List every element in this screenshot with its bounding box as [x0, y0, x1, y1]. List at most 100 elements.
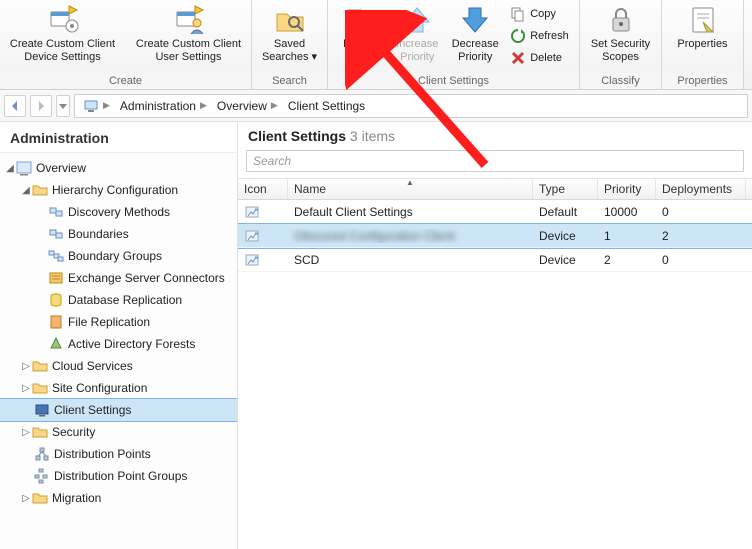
chevron-down-icon [59, 102, 67, 110]
increase-priority-button[interactable]: Increase Priority [388, 0, 446, 64]
delete-button[interactable]: Delete [508, 48, 571, 68]
arrow-left-icon [9, 100, 21, 112]
client-settings-icon [34, 402, 50, 418]
create-custom-device-label: Create Custom Client Device Settings [0, 38, 126, 64]
folder-icon [32, 358, 48, 374]
tree-exchange[interactable]: Exchange Server Connectors [0, 267, 237, 289]
ribbon-group-search-label: Search [252, 73, 327, 89]
col-name[interactable]: ▲Name [288, 179, 533, 199]
collapse-icon[interactable]: ◢ [4, 163, 16, 174]
ribbon-group-properties: Properties Properties [662, 0, 744, 89]
breadcrumb-client-settings[interactable]: Client Settings [284, 95, 369, 117]
deploy-icon [344, 4, 376, 36]
row-type: Device [533, 253, 598, 267]
folder-icon [32, 490, 48, 506]
nav-forward-button[interactable] [30, 95, 52, 117]
increase-priority-label: Increase Priority [388, 38, 446, 64]
row-name: Obscured Configuration Client [288, 229, 533, 243]
expand-icon[interactable]: ▷ [20, 427, 32, 438]
lock-icon [605, 4, 637, 36]
ribbon-group-classify-label: Classify [580, 73, 661, 89]
tree-dist-point-groups[interactable]: Distribution Point Groups [0, 465, 237, 487]
overview-icon [16, 160, 32, 176]
exchange-icon [48, 270, 64, 286]
main: Administration ◢ Overview ◢ Hierarchy Co… [0, 122, 752, 549]
tree-file-replication[interactable]: File Replication [0, 311, 237, 333]
tree-client-settings[interactable]: Client Settings [0, 399, 237, 421]
grid-body: Default Client SettingsDefault100000Obsc… [238, 200, 752, 272]
tree-db-replication[interactable]: Database Replication [0, 289, 237, 311]
collapse-icon[interactable]: ◢ [20, 185, 32, 196]
row-deployments: 0 [656, 253, 746, 267]
row-name: Default Client Settings [288, 205, 533, 219]
ribbon-group-create-label: Create [0, 73, 251, 89]
forest-icon [48, 336, 64, 352]
set-security-scopes-button[interactable]: Set Security Scopes [586, 0, 656, 64]
expand-icon[interactable]: ▷ [20, 383, 32, 394]
col-icon[interactable]: Icon [238, 179, 288, 199]
ribbon-group-create: Create Custom Client Device Settings Cre… [0, 0, 252, 89]
nav-history-button[interactable] [56, 95, 70, 117]
refresh-button[interactable]: Refresh [508, 26, 571, 46]
create-custom-device-button[interactable]: Create Custom Client Device Settings [0, 0, 126, 64]
tree-dist-points[interactable]: Distribution Points [0, 443, 237, 465]
tree-overview[interactable]: ◢ Overview [0, 157, 237, 179]
delete-label: Delete [530, 52, 562, 64]
refresh-icon [510, 28, 526, 44]
breadcrumb-administration[interactable]: Administration ▶ [116, 95, 211, 117]
tree-boundaries[interactable]: Boundaries [0, 223, 237, 245]
decrease-priority-button[interactable]: Decrease Priority [446, 0, 504, 64]
properties-button[interactable]: Properties [668, 0, 738, 51]
ribbon-group-classify: Set Security Scopes Classify [580, 0, 662, 89]
search-input[interactable]: Search [246, 150, 744, 172]
row-name: SCD [288, 253, 533, 267]
ribbon-group-properties-label: Properties [662, 73, 743, 89]
folder-search-icon [274, 4, 306, 36]
decrease-priority-label: Decrease Priority [446, 38, 504, 64]
set-security-scopes-label: Set Security Scopes [586, 38, 656, 64]
copy-button[interactable]: Copy [508, 4, 571, 24]
copy-icon [510, 6, 526, 22]
discovery-icon [48, 204, 64, 220]
nav-tree: ◢ Overview ◢ Hierarchy Configuration Dis… [0, 153, 237, 513]
pane-title: Client Settings [248, 128, 346, 144]
tree-discovery[interactable]: Discovery Methods [0, 201, 237, 223]
tree-security[interactable]: ▷ Security [0, 421, 237, 443]
ribbon: Create Custom Client Device Settings Cre… [0, 0, 752, 90]
create-custom-user-button[interactable]: Create Custom Client User Settings [126, 0, 252, 64]
grid: Icon ▲Name Type Priority Deployments Def… [238, 178, 752, 549]
expand-icon[interactable]: ▷ [20, 493, 32, 504]
table-row[interactable]: Obscured Configuration ClientDevice12 [238, 224, 752, 248]
row-deployments: 2 [656, 229, 746, 243]
properties-icon [687, 4, 719, 36]
device-settings-icon [47, 4, 79, 36]
table-row[interactable]: Default Client SettingsDefault100000 [238, 200, 752, 224]
row-priority: 1 [598, 229, 656, 243]
table-row[interactable]: SCDDevice20 [238, 248, 752, 272]
saved-searches-button[interactable]: Saved Searches ▾ [255, 0, 325, 64]
deploy-button[interactable]: Deploy [332, 0, 388, 51]
col-priority[interactable]: Priority [598, 179, 656, 199]
col-deployments[interactable]: Deployments [656, 179, 746, 199]
tree-site-config[interactable]: ▷ Site Configuration [0, 377, 237, 399]
tree-cloud[interactable]: ▷ Cloud Services [0, 355, 237, 377]
tree-boundary-groups[interactable]: Boundary Groups [0, 245, 237, 267]
expand-icon[interactable]: ▷ [20, 361, 32, 372]
ribbon-group-client-settings: Deploy Increase Priority Decrease Priori… [328, 0, 580, 89]
breadcrumb-overview[interactable]: Overview ▶ [213, 95, 282, 117]
breadcrumb-root[interactable]: ▶ [79, 95, 114, 117]
deploy-label: Deploy [343, 38, 377, 51]
database-icon [48, 292, 64, 308]
tree-hierarchy[interactable]: ◢ Hierarchy Configuration [0, 179, 237, 201]
monitor-icon [83, 98, 99, 114]
distribution-groups-icon [34, 468, 50, 484]
col-type[interactable]: Type [533, 179, 598, 199]
chevron-right-icon: ▶ [271, 100, 278, 111]
nav-back-button[interactable] [4, 95, 26, 117]
user-settings-icon [173, 4, 205, 36]
chevron-right-icon: ▶ [103, 100, 110, 111]
tree-ad-forests[interactable]: Active Directory Forests [0, 333, 237, 355]
row-priority: 2 [598, 253, 656, 267]
properties-label: Properties [677, 38, 727, 51]
tree-migration[interactable]: ▷ Migration [0, 487, 237, 509]
